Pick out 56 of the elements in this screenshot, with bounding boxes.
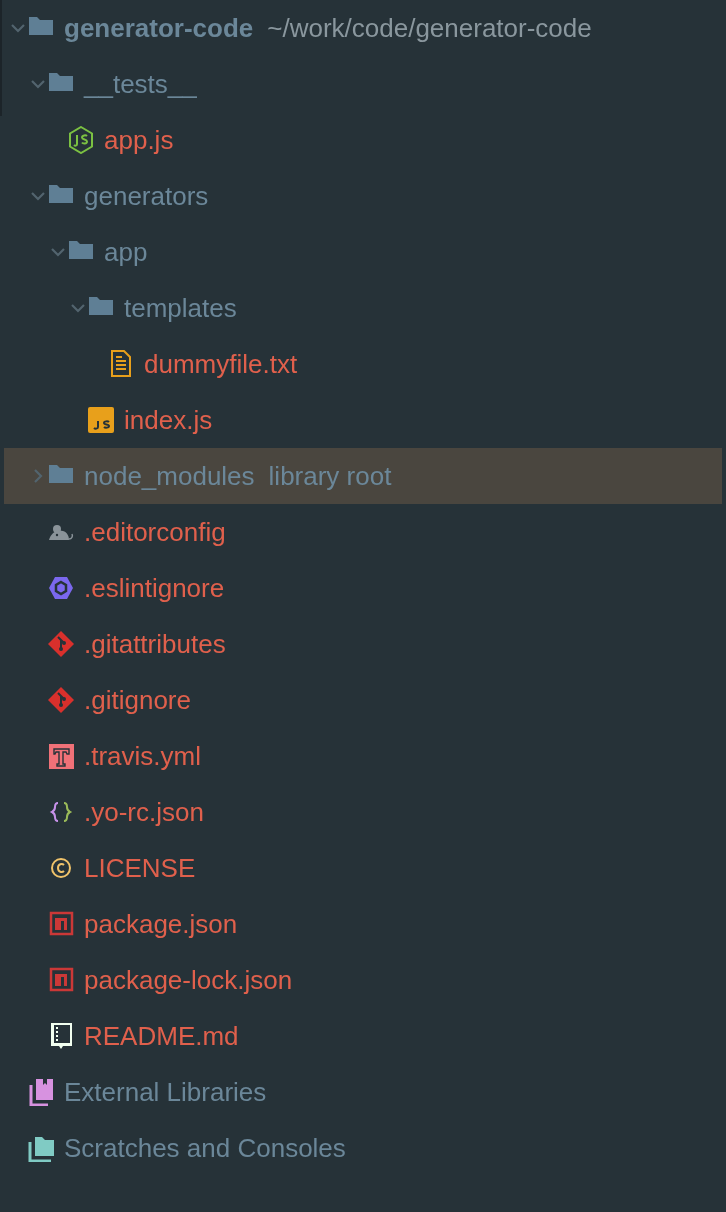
file-name: .eslintignore bbox=[84, 571, 225, 605]
file-name: app bbox=[104, 235, 148, 269]
hexagon-icon bbox=[48, 574, 74, 602]
file-name: .editorconfig bbox=[84, 515, 226, 549]
diamond-icon bbox=[48, 630, 74, 658]
square-icon bbox=[48, 966, 74, 994]
file-name: node_modules bbox=[84, 459, 255, 493]
file-name: dummyfile.txt bbox=[144, 347, 298, 381]
tree-row[interactable]: generator-code ~/work/code/generator-code bbox=[4, 0, 722, 56]
books-icon bbox=[28, 1078, 54, 1106]
folders-icon bbox=[28, 1134, 54, 1162]
file-name: generator-code bbox=[64, 11, 254, 45]
tree-row[interactable]: __tests__ bbox=[4, 56, 722, 112]
tree-row[interactable]: app bbox=[4, 224, 722, 280]
file-name: __tests__ bbox=[84, 67, 197, 101]
library-root-label: library root bbox=[268, 459, 392, 493]
tree-row[interactable]: app.js bbox=[4, 112, 722, 168]
file-name: .travis.yml bbox=[84, 739, 201, 773]
file-name: .gitignore bbox=[84, 683, 191, 717]
file-name: package.json bbox=[84, 907, 238, 941]
file-name: .gitattributes bbox=[84, 627, 226, 661]
square-icon bbox=[48, 910, 74, 938]
tree-row[interactable]: .gitattributes bbox=[4, 616, 722, 672]
document-icon bbox=[108, 350, 134, 378]
file-name: LICENSE bbox=[84, 851, 196, 885]
file-name: templates bbox=[124, 291, 237, 325]
file-name: External Libraries bbox=[64, 1075, 267, 1109]
tree-row[interactable]: package.json bbox=[4, 896, 722, 952]
tree-row[interactable]: External Libraries bbox=[4, 1064, 722, 1120]
letter-t-icon bbox=[48, 742, 74, 770]
file-name: generators bbox=[84, 179, 209, 213]
file-name: index.js bbox=[124, 403, 213, 437]
file-name: README.md bbox=[84, 1019, 239, 1053]
tree-row[interactable]: Scratches and Consoles bbox=[4, 1120, 722, 1176]
tree-row[interactable]: .editorconfig bbox=[4, 504, 722, 560]
tree-row[interactable]: README.md bbox=[4, 1008, 722, 1064]
tree-row[interactable]: .travis.yml bbox=[4, 728, 722, 784]
file-name: app.js bbox=[104, 123, 174, 157]
tree-row[interactable]: generators bbox=[4, 168, 722, 224]
book-icon bbox=[48, 1022, 74, 1050]
diamond-icon bbox=[48, 686, 74, 714]
tree-row[interactable]: .gitignore bbox=[4, 672, 722, 728]
file-name: package-lock.json bbox=[84, 963, 293, 997]
tree-row[interactable]: templates bbox=[4, 280, 722, 336]
file-name: .yo-rc.json bbox=[84, 795, 204, 829]
project-path: ~/work/code/generator-code bbox=[267, 11, 592, 45]
tree-row[interactable]: .yo-rc.json bbox=[4, 784, 722, 840]
selected-tree-row[interactable]: node_modules library root bbox=[4, 448, 722, 504]
js-square-icon bbox=[88, 406, 114, 434]
tree-row[interactable]: package-lock.json bbox=[4, 952, 722, 1008]
tree-row[interactable]: dummyfile.txt bbox=[4, 336, 722, 392]
tree-row[interactable]: LICENSE bbox=[4, 840, 722, 896]
hexagon-icon bbox=[68, 126, 94, 154]
file-name: Scratches and Consoles bbox=[64, 1131, 346, 1165]
tree-row[interactable]: index.js bbox=[4, 392, 722, 448]
tree-row[interactable]: .eslintignore bbox=[4, 560, 722, 616]
